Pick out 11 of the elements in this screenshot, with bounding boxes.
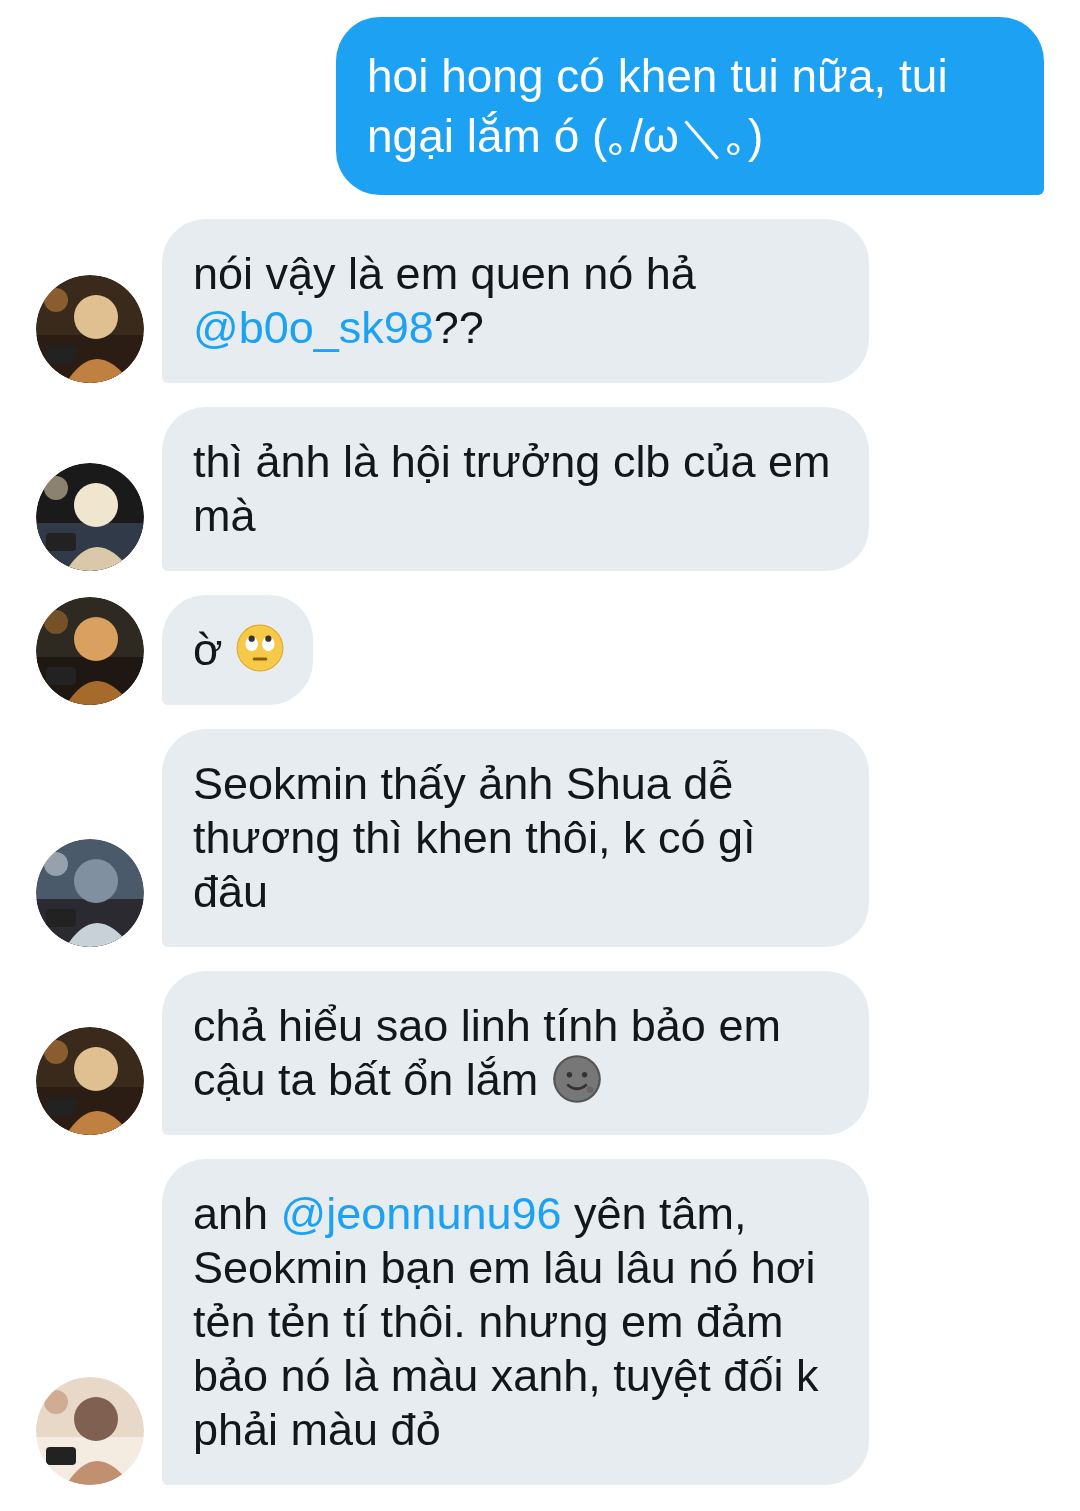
message-text: hoi hong có khen tui nữa, tui ngại lắm ó (｡/ω＼｡) — [367, 49, 949, 164]
moon-face-icon — [550, 1053, 603, 1105]
message-text: nói vậy là em quen nó hả @b0o_sk98?? — [193, 247, 697, 355]
mention-link[interactable]: @b0o_sk98 — [193, 302, 434, 353]
message-text: Seokmin thấy ảnh Shua dễ thương thì khen thôi, k có gì đâu — [193, 757, 757, 919]
message-text: thì ảnh là hội trưởng clb của em mà — [193, 435, 832, 543]
message-text: chả hiểu sao linh tính bảo em cậu ta bất ổn lắm — [193, 999, 782, 1107]
message-text: anh @jeonnunu96 yên tâm, Seokmin bạn em lâu lâu nó hơi tẻn tẻn tí thôi. nhưng em đảm bảo nó là màu xanh, tuyệt đối k phải màu đỏ — [193, 1187, 820, 1457]
message-text: ờ — [193, 623, 285, 677]
mention-link[interactable]: @jeonnunu96 — [280, 1188, 562, 1239]
eye-roll-emoji-icon — [235, 623, 285, 673]
